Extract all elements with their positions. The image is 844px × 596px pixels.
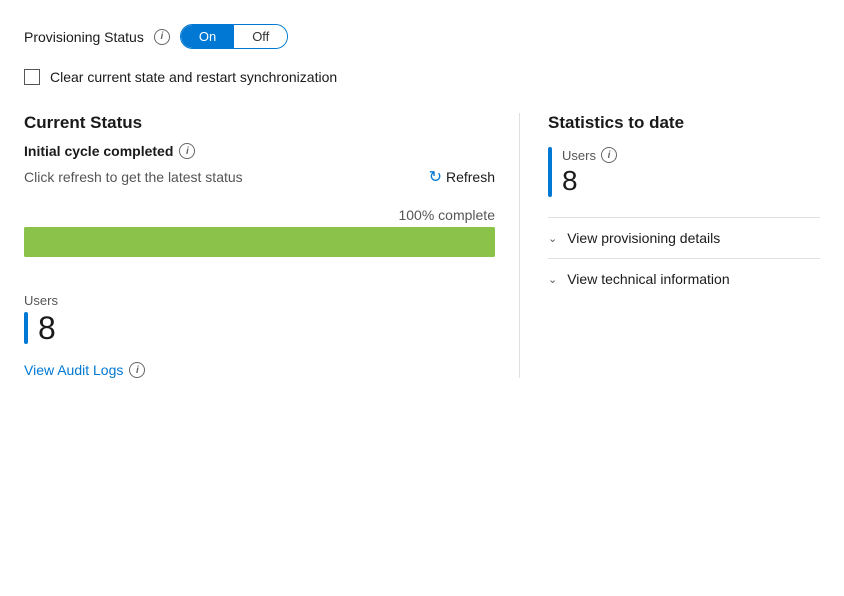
chevron-down-icon-provisioning: ⌄	[548, 232, 557, 245]
view-technical-information-item[interactable]: ⌄ View technical information	[548, 258, 820, 299]
provisioning-status-row: Provisioning Status i On Off	[24, 24, 820, 49]
progress-bar-background	[24, 227, 495, 257]
view-provisioning-details-label: View provisioning details	[567, 230, 720, 246]
refresh-hint: Click refresh to get the latest status	[24, 169, 243, 185]
current-status-title: Current Status	[24, 113, 495, 133]
view-audit-row: View Audit Logs i	[24, 362, 495, 378]
clear-state-checkbox[interactable]	[24, 69, 40, 85]
refresh-label: Refresh	[446, 169, 495, 185]
stats-users-label: Users i	[562, 147, 617, 163]
checkbox-row: Clear current state and restart synchron…	[24, 69, 820, 85]
refresh-button[interactable]: ↻ Refresh	[429, 167, 495, 187]
progress-label: 100% complete	[24, 207, 495, 223]
stats-users-info-icon[interactable]: i	[601, 147, 617, 163]
view-audit-logs-link[interactable]: View Audit Logs	[24, 362, 123, 378]
provisioning-status-label: Provisioning Status	[24, 29, 144, 45]
progress-section: 100% complete	[24, 207, 495, 257]
provisioning-status-info-icon[interactable]: i	[154, 29, 170, 45]
refresh-row: Click refresh to get the latest status ↻…	[24, 167, 495, 187]
audit-logs-info-icon[interactable]: i	[129, 362, 145, 378]
stats-users-count: 8	[562, 165, 617, 197]
main-layout: Current Status Initial cycle completed i…	[24, 113, 820, 378]
statistics-title: Statistics to date	[548, 113, 820, 133]
users-bottom-section: Users 8	[24, 293, 495, 344]
left-column: Current Status Initial cycle completed i…	[24, 113, 520, 378]
chevron-down-icon-technical: ⌄	[548, 273, 557, 286]
refresh-icon: ↻	[429, 167, 442, 187]
stats-users-section: Users i 8	[548, 147, 820, 197]
users-accent-bar	[24, 312, 28, 344]
stats-users-content: Users i 8	[562, 147, 617, 197]
view-provisioning-details-item[interactable]: ⌄ View provisioning details	[548, 217, 820, 258]
toggle-off-button[interactable]: Off	[234, 25, 287, 48]
progress-bar-fill	[24, 227, 495, 257]
toggle-on-button[interactable]: On	[181, 25, 234, 48]
stats-users-label-text: Users	[562, 148, 596, 163]
users-block: 8	[24, 312, 495, 344]
clear-state-label: Clear current state and restart synchron…	[50, 69, 337, 85]
right-column: Statistics to date Users i 8 ⌄ View prov…	[520, 113, 820, 378]
users-count: 8	[38, 312, 56, 344]
stats-accent-bar	[548, 147, 552, 197]
users-bottom-label: Users	[24, 293, 495, 308]
initial-cycle-info-icon[interactable]: i	[179, 143, 195, 159]
initial-cycle-label: Initial cycle completed	[24, 143, 173, 159]
provisioning-toggle[interactable]: On Off	[180, 24, 288, 49]
view-technical-information-label: View technical information	[567, 271, 729, 287]
initial-cycle-row: Initial cycle completed i	[24, 143, 495, 159]
